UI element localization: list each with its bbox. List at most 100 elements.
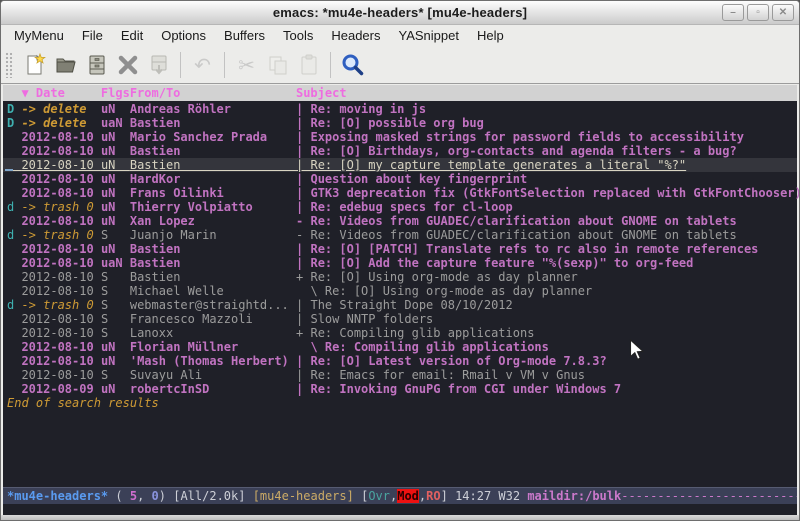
col-mark [7,312,21,326]
col-mark [7,214,21,228]
col-date: -> delete [21,102,100,116]
message-row[interactable]: 2012-08-09 uN robertcInSD | Re: Invoking… [3,382,797,396]
col-from: Florian Müllner [130,340,296,354]
menu-yasnippet[interactable]: YASnippet [389,26,467,45]
col-from: Bastien [130,116,296,130]
menu-help[interactable]: Help [468,26,513,45]
col-subj: | Re: [O] my capture template generates … [296,158,686,172]
save-icon[interactable] [81,49,112,80]
col-flags: uN [101,158,130,172]
modeline-segment-plain: ] [441,489,455,503]
empty-buffer-space [3,410,797,487]
message-row[interactable]: 2012-08-10 uaN Bastien | Re: [O] Add the… [3,256,797,270]
message-row[interactable]: D -> delete uaN Bastien | Re: [O] possib… [3,116,797,130]
menu-file[interactable]: File [73,26,112,45]
close-button[interactable]: ✕ [772,4,794,21]
message-row[interactable]: 2012-08-10 uN Florian Müllner \ Re: Comp… [3,340,797,354]
col-flags: uN [101,102,130,116]
col-from: HardKor [130,172,296,186]
message-row[interactable]: 2012-08-10 S Lanoxx + Re: Compiling glib… [3,326,797,340]
menu-buffers[interactable]: Buffers [215,26,274,45]
col-from: robertcInSD [130,382,296,396]
title-bar[interactable]: emacs: *mu4e-headers* [mu4e-headers] –▫✕ [1,1,799,25]
message-row[interactable]: 2012-08-10 S Francesco Mazzoli | Slow NN… [3,312,797,326]
message-row[interactable]: 2012-08-10 S Bastien + Re: [O] Using org… [3,270,797,284]
message-row[interactable]: 2012-08-10 S Suvayu Ali | Re: Emacs for … [3,368,797,382]
col-flags: S [101,228,130,242]
open-folder-icon[interactable] [50,49,81,80]
col-mark: d [7,228,21,242]
toolbar-grip-handle[interactable] [5,52,14,78]
menu-tools[interactable]: Tools [274,26,322,45]
col-date: 2012-08-10 [21,368,100,382]
col-subj: | GTK3 deprecation fix (GtkFontSelection… [296,186,800,200]
modeline-segment-mod: Mod [397,489,419,503]
message-row[interactable]: 2012-08-10 uN Mario Sanchez Prada | Expo… [3,130,797,144]
new-file-icon[interactable] [19,49,50,80]
modeline-segment-plain: [All/2.0k] [173,489,252,503]
message-row[interactable]: d -> trash 0 S Juanjo Marin - Re: Videos… [3,228,797,242]
col-from: Juanjo Marin [130,228,296,242]
message-row[interactable]: 2012-08-10 uN 'Mash (Thomas Herbert) | R… [3,354,797,368]
col-flags: uN [101,242,130,256]
toolbar-separator [224,52,225,78]
message-list: D -> delete uN Andreas Röhler | Re: movi… [3,101,797,396]
message-row[interactable]: 2012-08-10 uN Bastien | Re: [O] Birthday… [3,144,797,158]
save-as-icon [143,49,174,80]
col-flags: uN [101,186,130,200]
modeline-segment-plain: 14:27 W32 [455,489,527,503]
delete-x-icon[interactable] [112,49,143,80]
mode-line[interactable]: *mu4e-headers* ( 5, 0) [All/2.0k] [mu4e-… [3,487,797,504]
buffer-area: ▼ Date FlgsFrom/To Subject D -> delete u… [3,85,797,515]
emacs-window: emacs: *mu4e-headers* [mu4e-headers] –▫✕… [0,0,800,521]
col-mark [7,270,21,284]
modeline-segment-dashes: ----------------------------------------… [621,489,797,503]
col-date: 2012-08-09 [21,382,100,396]
message-row[interactable]: 2012-08-10 uN Bastien | Re: [O] [PATCH] … [3,242,797,256]
message-row[interactable]: 2012-08-10 uN HardKor | Question about k… [3,172,797,186]
modeline-segment-mode: [mu4e-headers] [253,489,361,503]
menu-edit[interactable]: Edit [112,26,152,45]
menu-options[interactable]: Options [152,26,215,45]
message-row[interactable]: 2012-08-10 uN Bastien | Re: [O] my captu… [3,158,797,172]
col-flags: S [101,326,130,340]
col-mark [7,172,21,186]
message-row[interactable]: 2012-08-10 S Michael Welle \ Re: [O] Usi… [3,284,797,298]
message-row[interactable]: d -> trash 0 uN Thierry Volpiatto | Re: … [3,200,797,214]
search-icon[interactable] [337,49,368,80]
message-row[interactable]: D -> delete uN Andreas Röhler | Re: movi… [3,102,797,116]
modeline-segment-ovr: Ovr [368,489,390,503]
col-date: 2012-08-10 [21,158,100,172]
col-mark [7,186,21,200]
menu-mymenu[interactable]: MyMenu [5,26,73,45]
col-date: 2012-08-10 [21,214,100,228]
message-row[interactable]: d -> trash 0 S webmaster@straightd... | … [3,298,797,312]
col-flags: uN [101,382,130,396]
col-mark [7,144,21,158]
modeline-segment-count-a: 5 [130,489,137,503]
headers-sort-line[interactable]: ▼ Date FlgsFrom/To Subject [3,85,797,101]
minimize-button[interactable]: – [722,4,744,21]
col-subj: | Re: Invoking GnuPG from CGI under Wind… [296,382,621,396]
cut-icon: ✂ [231,49,262,80]
message-row[interactable]: 2012-08-10 uN Xan Lopez - Re: Videos fro… [3,214,797,228]
col-from: Bastien [130,242,296,256]
minibuffer[interactable] [3,504,797,515]
col-flags: S [101,312,130,326]
message-row[interactable]: 2012-08-10 uN Frans Oilinki | GTK3 depre… [3,186,797,200]
maximize-button[interactable]: ▫ [747,4,769,21]
modeline-segment-count-b: 0 [152,489,159,503]
col-from: Mario Sanchez Prada [130,130,296,144]
col-flags: uaN [101,116,130,130]
col-from: webmaster@straightd... [130,298,296,312]
col-subj: + Re: [O] Using org-mode as day planner [296,270,578,284]
col-from: Francesco Mazzoli [130,312,296,326]
col-flags: uN [101,214,130,228]
col-subj: | Question about key fingerprint [296,172,527,186]
menu-headers[interactable]: Headers [322,26,389,45]
col-date: -> trash 0 [21,298,100,312]
col-flags: uaN [101,256,130,270]
col-subj: - Re: Videos from GUADEC/clarification a… [296,214,737,228]
col-date: 2012-08-10 [21,340,100,354]
col-from: Bastien [130,256,296,270]
